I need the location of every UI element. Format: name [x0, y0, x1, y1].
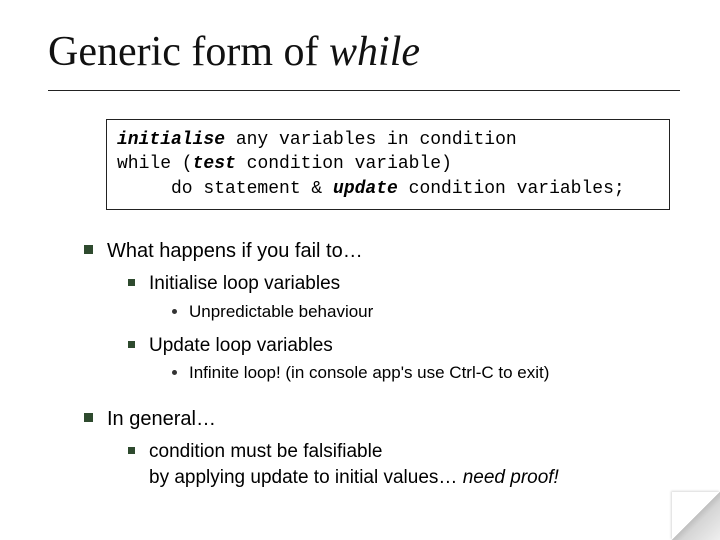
bullet-text: Unpredictable behaviour	[189, 301, 680, 323]
title-prefix: Generic form of	[48, 29, 329, 75]
square-bullet-icon	[84, 245, 93, 254]
code-line-2-rest: condition variable)	[236, 154, 452, 174]
square-bullet-icon	[128, 341, 135, 348]
bullet-text: Initialise loop variables	[149, 271, 680, 297]
bullet-lvl1-2: In general…	[84, 406, 680, 433]
square-bullet-icon	[84, 413, 93, 422]
slide-title: Generic form of while	[48, 28, 680, 76]
bullet-lvl2-1b: Update loop variables	[128, 333, 680, 359]
code-box: initialise any variables in condition wh…	[106, 119, 670, 210]
bullet-lvl2-1a: Initialise loop variables	[128, 271, 680, 297]
code-line-1: initialise any variables in condition	[117, 128, 659, 152]
title-italic: while	[329, 29, 420, 75]
slide: Generic form of while initialise any var…	[0, 0, 720, 540]
code-line-3: do statement & update condition variable…	[117, 177, 659, 201]
code-kw-test: test	[193, 154, 236, 174]
bullet-text: Infinite loop! (in console app's use Ctr…	[189, 362, 680, 384]
square-bullet-icon	[128, 279, 135, 286]
code-line-2-pre: while (	[117, 154, 193, 174]
bullet-lvl1-1: What happens if you fail to…	[84, 238, 680, 265]
b2a-line2-italic: need proof!	[463, 467, 559, 488]
b2a-line2-pre: by applying update to initial values…	[149, 467, 463, 488]
code-line-1-rest: any variables in condition	[225, 130, 517, 150]
code-kw-initialise: initialise	[117, 130, 225, 150]
title-divider	[48, 90, 680, 91]
bullet-content: What happens if you fail to… Initialise …	[84, 238, 680, 491]
bullet-text: What happens if you fail to…	[107, 238, 680, 265]
code-line-2: while (test condition variable)	[117, 152, 659, 176]
dot-bullet-icon	[172, 309, 177, 314]
square-bullet-icon	[128, 447, 135, 454]
code-kw-update: update	[333, 179, 398, 199]
b2a-line1: condition must be falsifiable	[149, 441, 382, 462]
bullet-text: In general…	[107, 406, 680, 433]
bullet-text: Update loop variables	[149, 333, 680, 359]
code-line-3-indent: do statement & update condition variable…	[171, 177, 625, 201]
bullet-lvl3-1a1: Unpredictable behaviour	[172, 301, 680, 323]
code-line-3-pre: do statement &	[171, 179, 333, 199]
dot-bullet-icon	[172, 370, 177, 375]
bullet-text: condition must be falsifiable by applyin…	[149, 439, 680, 490]
bullet-lvl2-2a: condition must be falsifiable by applyin…	[128, 439, 680, 490]
page-curl-icon	[672, 492, 720, 540]
code-line-3-post: condition variables;	[398, 179, 625, 199]
bullet-lvl3-1b1: Infinite loop! (in console app's use Ctr…	[172, 362, 680, 384]
